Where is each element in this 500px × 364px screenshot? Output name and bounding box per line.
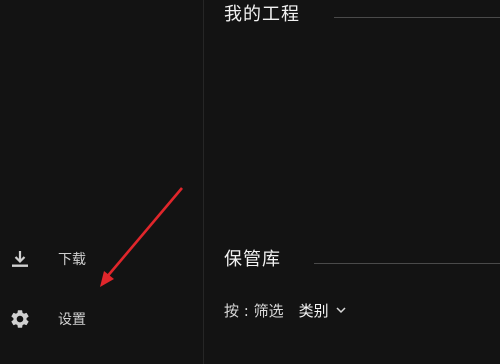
gear-icon [9,308,31,330]
sidebar-item-download[interactable]: 下载 [0,239,203,279]
filter-bar: 按 : 筛选 类别 [224,299,347,321]
sidebar-item-settings[interactable]: 设置 [0,299,203,339]
app-window: 下载 设置 我的工程 保管库 按 : 筛选 类别 [0,0,500,364]
vault-heading: 保管库 [224,249,281,270]
chevron-down-icon [335,304,347,316]
download-icon [9,248,31,270]
sidebar-item-label: 设置 [58,312,86,328]
section-divider [314,263,500,264]
filter-selected-value: 类别 [298,301,329,320]
my-projects-heading: 我的工程 [224,4,300,25]
main-content: 我的工程 保管库 按 : 筛选 类别 [204,0,500,364]
section-divider [334,17,500,18]
filter-label: 按 : 筛选 [224,301,284,320]
sidebar-item-label: 下载 [58,252,86,268]
category-filter-dropdown[interactable]: 类别 [299,300,347,321]
sidebar: 下载 设置 [0,0,204,364]
